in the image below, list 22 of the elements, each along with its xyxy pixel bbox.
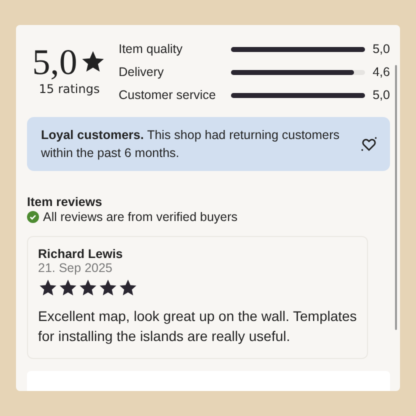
category-label: Item quality xyxy=(118,41,184,57)
scrollbar[interactable] xyxy=(395,65,397,330)
star-icon xyxy=(58,278,78,298)
heart-sparkle-icon xyxy=(360,135,378,153)
star-icon xyxy=(38,278,58,298)
review-date: 21. Sep 2025 xyxy=(38,261,114,275)
review-text: Excellent map, look great up on the wall. Templates for installing the islands are really useful. xyxy=(38,307,357,346)
star-icon xyxy=(98,278,118,298)
category-score: 5,0 xyxy=(372,41,390,57)
section-title: Item reviews xyxy=(27,195,104,209)
reviewer-name: Richard Lewis xyxy=(38,247,124,261)
average-score: 5,0 xyxy=(32,41,78,83)
category-score: 5,0 xyxy=(372,87,390,103)
category-score: 4,6 xyxy=(372,64,390,80)
verified-check-icon xyxy=(27,211,39,223)
verified-note: All reviews are from verified buyers xyxy=(43,210,238,224)
star-icon xyxy=(118,278,138,298)
banner-text: Loyal customers. This shop had returning customers within the past 6 months. xyxy=(41,127,341,162)
star-icon xyxy=(78,278,98,298)
category-label: Delivery xyxy=(118,64,165,80)
ratings-count: 15 ratings xyxy=(38,82,100,96)
category-label: Customer service xyxy=(118,87,217,103)
